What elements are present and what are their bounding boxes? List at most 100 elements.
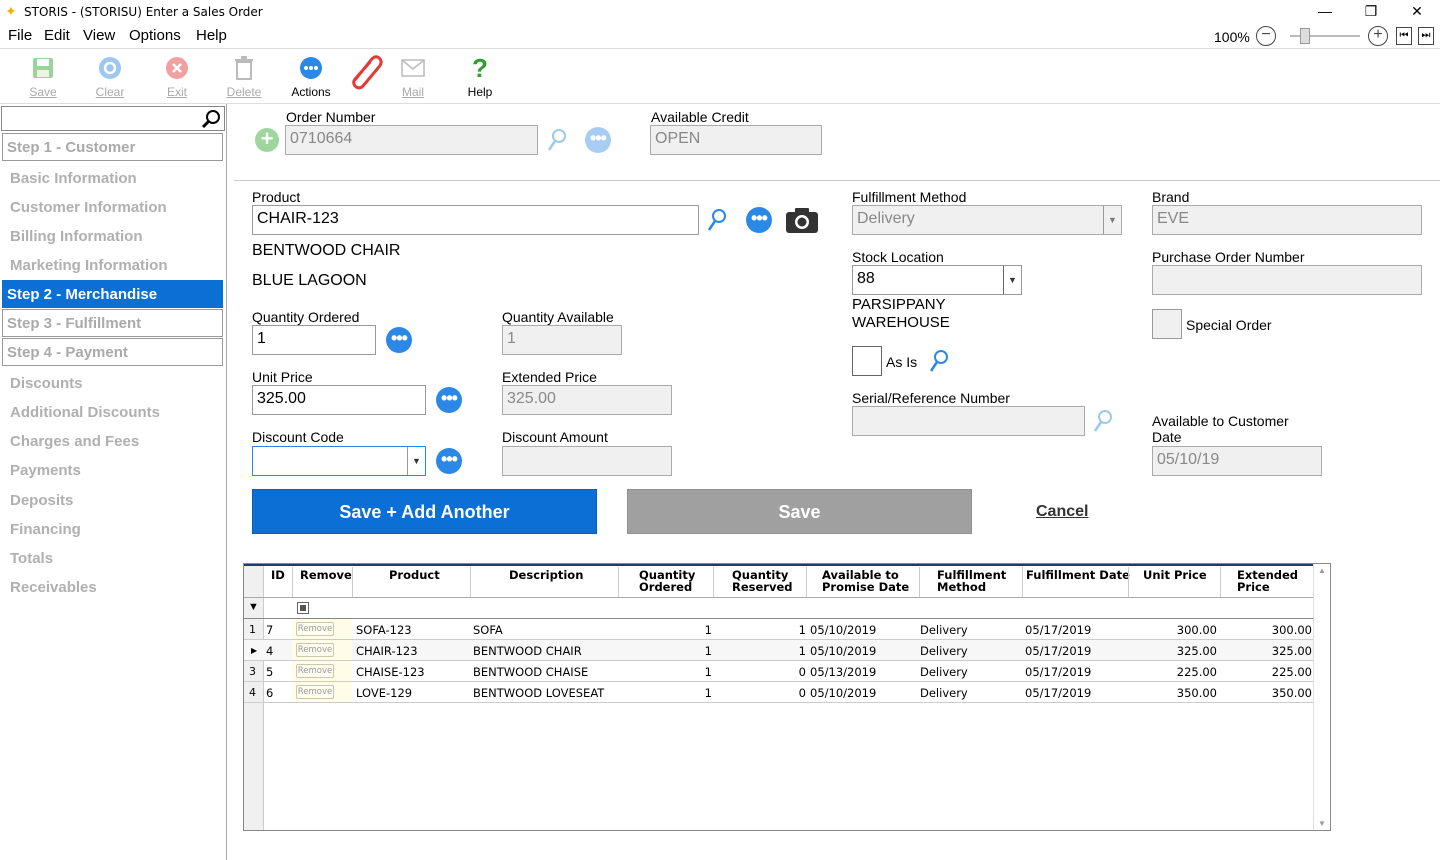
delete-toolbar-button[interactable]: Delete: [219, 51, 269, 99]
sidebar-item-customer-information[interactable]: Customer Information: [10, 199, 167, 216]
col-header-available-to-promise[interactable]: Available to Promise Date: [822, 569, 909, 593]
discount-code-select[interactable]: ▼: [252, 446, 426, 476]
sidebar-item-financing[interactable]: Financing: [10, 521, 81, 538]
quantity-ordered-input[interactable]: 1: [252, 325, 376, 355]
filter-row[interactable]: ▼: [244, 597, 1314, 619]
col-header-quantity-reserved[interactable]: Quantity Reserved: [732, 569, 793, 593]
remove-row-button[interactable]: Remove: [296, 643, 334, 657]
table-row[interactable]: ▶ 4 Remove CHAIR-123 BENTWOOD CHAIR 1 1 05/10/2…: [244, 640, 1314, 661]
sidebar-item-additional-discounts[interactable]: Additional Discounts: [10, 404, 160, 421]
col-header-fulfillment-date[interactable]: Fulfillment Date: [1026, 569, 1130, 581]
minimize-button[interactable]: —: [1302, 0, 1348, 24]
cell-fulfillment-method: Delivery: [920, 623, 968, 637]
order-lookup-icon[interactable]: [546, 127, 568, 153]
sidebar-step-merchandise[interactable]: Step 2 - Merchandise: [2, 280, 223, 308]
zoom-slider-thumb[interactable]: [1300, 28, 1310, 44]
discount-actions-icon[interactable]: •••: [436, 448, 462, 474]
exit-toolbar-button[interactable]: Exit: [152, 51, 202, 99]
filter-icon[interactable]: ▼: [248, 601, 259, 613]
save-icon: [18, 51, 68, 85]
actions-toolbar-button[interactable]: Actions: [286, 51, 336, 99]
save-add-another-button[interactable]: Save + Add Another: [252, 489, 597, 534]
cell-id: 5: [266, 665, 274, 679]
product-actions-icon[interactable]: •••: [746, 207, 772, 233]
col-header-description[interactable]: Description: [509, 569, 583, 581]
col-header-product[interactable]: Product: [389, 569, 440, 581]
serial-number-field[interactable]: [852, 406, 1085, 436]
table-row[interactable]: 4 6 Remove LOVE-129 BENTWOOD LOVESEAT 1 0 05/10…: [244, 682, 1314, 703]
remove-row-button[interactable]: Remove: [296, 685, 334, 699]
order-actions-icon[interactable]: •••: [585, 127, 611, 153]
sidebar-item-billing-information[interactable]: Billing Information: [10, 228, 143, 245]
close-button[interactable]: ✕: [1394, 0, 1440, 24]
order-number-field[interactable]: 0710664: [285, 125, 538, 155]
sidebar-item-deposits[interactable]: Deposits: [10, 492, 73, 509]
cancel-link[interactable]: Cancel: [1036, 503, 1088, 521]
cell-fulfillment-date: 05/17/2019: [1025, 686, 1092, 700]
sidebar-item-payments[interactable]: Payments: [10, 462, 81, 479]
table-row[interactable]: 1 7 Remove SOFA-123 SOFA 1 1 05/10/2019 Delivery…: [244, 619, 1314, 640]
save-button[interactable]: Save: [627, 489, 972, 534]
nav-first-icon[interactable]: ⏮: [1396, 27, 1412, 45]
product-lookup-icon[interactable]: [706, 207, 728, 233]
help-toolbar-button[interactable]: ? Help: [455, 51, 505, 100]
menu-options[interactable]: Options: [129, 27, 181, 44]
col-header-id[interactable]: ID: [271, 569, 285, 581]
sidebar-step-fulfillment[interactable]: Step 3 - Fulfillment: [2, 309, 223, 337]
sidebar-item-marketing-information[interactable]: Marketing Information: [10, 257, 168, 274]
remove-row-button[interactable]: Remove: [296, 622, 334, 636]
sidebar-item-discounts[interactable]: Discounts: [10, 375, 83, 392]
sidebar-item-totals[interactable]: Totals: [10, 550, 53, 567]
special-order-checkbox[interactable]: [1152, 309, 1182, 339]
row-number: 1: [249, 623, 256, 636]
zoom-in-icon[interactable]: +: [1368, 26, 1388, 46]
col-header-fulfillment-method[interactable]: Fulfillment Method: [937, 569, 1006, 593]
grid-vertical-scrollbar[interactable]: ▲ ▼: [1313, 564, 1330, 830]
menu-help[interactable]: Help: [196, 27, 227, 44]
as-is-checkbox[interactable]: [852, 346, 882, 376]
zoom-out-icon[interactable]: −: [1256, 26, 1276, 46]
col-header-quantity-ordered[interactable]: Quantity Ordered: [639, 569, 695, 593]
col-header-unit-price[interactable]: Unit Price: [1143, 569, 1207, 581]
cell-fulfillment-date: 05/17/2019: [1025, 623, 1092, 637]
table-row[interactable]: 3 5 Remove CHAISE-123 BENTWOOD CHAISE 1 0 05/13…: [244, 661, 1314, 682]
save-toolbar-button[interactable]: Save: [18, 51, 68, 99]
serial-lookup-icon[interactable]: [1092, 408, 1114, 434]
col-header-extended-price[interactable]: Extended Price: [1237, 569, 1298, 593]
stock-location-select[interactable]: 88 ▼: [852, 265, 1022, 295]
attachment-button[interactable]: [340, 53, 390, 90]
nav-last-icon[interactable]: ⏭: [1418, 27, 1434, 45]
quantity-actions-icon[interactable]: •••: [386, 327, 412, 353]
fulfillment-method-label: Fulfillment Method: [852, 189, 967, 205]
unit-price-actions-icon[interactable]: •••: [436, 387, 462, 413]
current-row-indicator-icon: ▶: [251, 646, 258, 655]
purchase-order-field[interactable]: [1152, 265, 1422, 295]
sidebar-item-receivables[interactable]: Receivables: [10, 579, 97, 596]
add-order-icon[interactable]: +: [255, 128, 279, 152]
clear-toolbar-button[interactable]: Clear: [85, 51, 135, 99]
chevron-down-icon[interactable]: ▼: [1003, 266, 1021, 294]
unit-price-input[interactable]: 325.00: [252, 385, 426, 415]
cell-id: 7: [266, 623, 274, 637]
chevron-down-icon[interactable]: ▼: [407, 447, 425, 475]
remove-all-checkbox[interactable]: [297, 602, 309, 614]
col-separator: [292, 567, 293, 597]
menu-view[interactable]: View: [83, 27, 115, 44]
sidebar-item-charges-and-fees[interactable]: Charges and Fees: [10, 433, 139, 450]
as-is-lookup-icon[interactable]: [928, 348, 950, 374]
fulfillment-method-select[interactable]: Delivery ▼: [852, 205, 1122, 235]
product-input[interactable]: CHAIR-123: [252, 205, 699, 235]
restore-button[interactable]: ❐: [1348, 0, 1394, 24]
remove-row-button[interactable]: Remove: [296, 664, 334, 678]
col-header-remove[interactable]: Remove: [300, 569, 352, 581]
chevron-down-icon[interactable]: ▼: [1103, 206, 1121, 234]
sidebar-step-customer[interactable]: Step 1 - Customer: [2, 133, 223, 161]
mail-toolbar-label: Mail: [401, 85, 424, 99]
menu-file[interactable]: File: [8, 27, 32, 44]
sidebar-item-basic-information[interactable]: Basic Information: [10, 170, 137, 187]
camera-icon[interactable]: [784, 205, 820, 238]
sidebar-step-payment[interactable]: Step 4 - Payment: [2, 338, 223, 366]
menu-edit[interactable]: Edit: [44, 27, 70, 44]
sidebar-search-input[interactable]: [1, 106, 225, 131]
mail-toolbar-button[interactable]: Mail: [388, 51, 438, 99]
